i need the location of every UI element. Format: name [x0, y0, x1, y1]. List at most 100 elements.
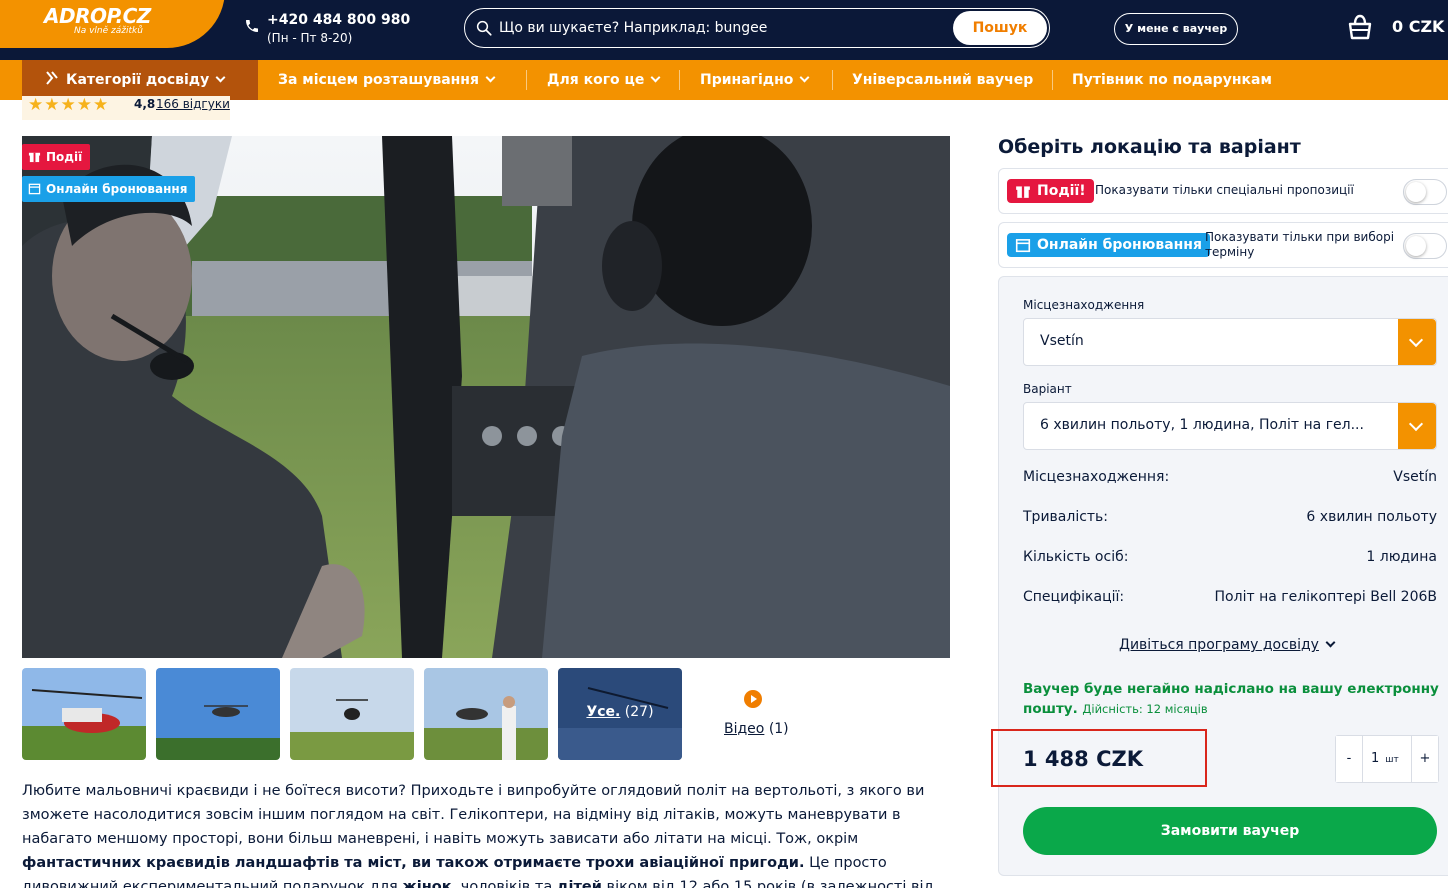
reviews-link[interactable]: 166 відгуки [156, 97, 230, 111]
nav-divider [526, 70, 527, 90]
rating-strip: ★★★★★ 4,8 166 відгуки [22, 96, 230, 120]
main-photo[interactable]: Події Онлайн бронювання [22, 136, 950, 658]
logo-text: ADROP.CZ [44, 4, 151, 28]
link-children[interactable]: дітей [557, 879, 602, 888]
nav-item-categories[interactable]: Категорії досвіду [22, 60, 258, 100]
search-input[interactable] [499, 17, 939, 39]
badge-label: Події! [1037, 183, 1086, 199]
location-select[interactable]: Vsetín [1023, 318, 1437, 366]
validity-text: Дійсність: 12 місяців [1082, 702, 1208, 716]
all-photos-link[interactable]: Усе. [586, 704, 620, 720]
helicopter-photo [424, 668, 548, 760]
nav-label: Категорії досвіду [66, 72, 210, 88]
chevron-down-icon [215, 72, 226, 83]
online-booking-badge: Онлайн бронювання [22, 176, 196, 202]
nav-divider [832, 70, 833, 90]
video-count: (1) [768, 721, 789, 737]
search-icon [476, 20, 492, 36]
price: 1 488 CZK [1023, 747, 1143, 771]
qty-minus-button[interactable]: - [1336, 736, 1362, 782]
spec-label: Тривалість: [1023, 509, 1109, 525]
nav-item-location[interactable]: За місцем розташування [278, 60, 496, 100]
chevron-down-icon [485, 72, 496, 83]
spec-value: 1 людина [1366, 549, 1437, 565]
helicopter-photo [156, 668, 280, 760]
description-text: віком від 12 або 15 років (в залежності … [601, 879, 934, 888]
nav-item-occasion[interactable]: Принагідно [700, 60, 810, 100]
all-photos-label[interactable]: Усе. (27) [558, 704, 682, 720]
video-link-label: Відео [724, 721, 765, 737]
phone-hours: (Пн - Пт 8-20) [267, 31, 353, 45]
sparkle-icon [46, 71, 58, 85]
gallery-thumbnail[interactable] [424, 668, 548, 760]
description-text: Любите мальовничі краєвиди і не боїтеся … [22, 783, 925, 847]
spec-value: Політ на гелікоптері Bell 206B [1214, 589, 1437, 605]
order-voucher-button[interactable]: Замовити ваучер [1023, 807, 1437, 855]
badge-label: Події [46, 150, 83, 164]
location-label: Місцезнаходження [1023, 298, 1145, 312]
qty-input[interactable]: 1 шт [1362, 736, 1412, 782]
search-bar: Пошук [464, 8, 1050, 48]
nav-label: Принагідно [700, 72, 794, 88]
calendar-icon [28, 183, 41, 195]
panel-title: Оберіть локацію та варіант [998, 136, 1301, 158]
cart-icon[interactable] [1344, 12, 1376, 44]
qty-unit: шт [1385, 755, 1399, 765]
nav-item-for-whom[interactable]: Для кого це [547, 60, 661, 100]
phone-number: +420 484 800 980 [267, 12, 411, 28]
online-booking-toggle[interactable] [1403, 233, 1447, 259]
experience-description: Любите мальовничі краєвиди і не боїтеся … [22, 779, 952, 888]
filter-online-booking: Онлайн бронювання Показувати тільки при … [998, 222, 1448, 268]
qty-plus-button[interactable]: + [1412, 736, 1438, 782]
gallery-thumbnail[interactable] [156, 668, 280, 760]
logo-tagline: Na vlně zážitků [74, 26, 143, 36]
play-icon[interactable] [744, 690, 762, 708]
chevron-down-icon[interactable] [1398, 403, 1436, 449]
program-link[interactable]: Дивіться програму досвіду [1119, 637, 1336, 653]
nav-divider [679, 70, 680, 90]
nav-label: Путівник по подарункам [1072, 72, 1272, 88]
gallery-thumbnail-all[interactable]: Усе. (27) [558, 668, 682, 760]
variant-select[interactable]: 6 хвилин польоту, 1 людина, Політ на гел… [1023, 402, 1437, 450]
video-link[interactable]: Відео (1) [724, 721, 789, 737]
online-booking-badge: Онлайн бронювання [1007, 233, 1210, 257]
rating-stars: ★★★★★ [28, 95, 110, 115]
have-voucher-button[interactable]: У мене є ваучер [1114, 13, 1238, 45]
main-nav: Категорії досвіду За місцем розташування… [0, 60, 1448, 100]
filter-events: Події! Показувати тільки спеціальні проп… [998, 168, 1448, 214]
helicopter-cockpit-photo [22, 136, 950, 658]
chevron-down-icon[interactable] [1398, 319, 1436, 365]
helicopter-photo [290, 668, 414, 760]
nav-divider [1052, 70, 1053, 90]
events-toggle[interactable] [1403, 179, 1447, 205]
program-link-label: Дивіться програму досвіду [1119, 637, 1319, 653]
calendar-icon [1015, 239, 1031, 253]
spec-value: Vsetín [1393, 469, 1437, 485]
link-women[interactable]: жінок [402, 879, 451, 888]
variant-label: Варіант [1023, 382, 1072, 396]
badge-label: Онлайн бронювання [1037, 237, 1202, 253]
gift-icon [28, 152, 41, 163]
gallery-thumbnail[interactable] [22, 668, 146, 760]
search-button[interactable]: Пошук [953, 11, 1047, 45]
cart-total[interactable]: 0 CZK [1392, 17, 1444, 36]
description-highlight: фантастичних краєвидів ландшафтів та міс… [22, 855, 805, 871]
chevron-down-icon [799, 72, 810, 83]
helicopter-photo [22, 668, 146, 760]
nav-label: За місцем розташування [278, 72, 479, 88]
quantity-stepper: - 1 шт + [1335, 735, 1439, 783]
chevron-down-icon [1325, 637, 1336, 648]
delivery-info: Ваучер буде негайно надіслано на вашу ел… [1023, 679, 1443, 719]
gallery-thumbnail[interactable] [290, 668, 414, 760]
nav-label: Універсальний ваучер [852, 72, 1034, 88]
events-badge: Події! [1007, 179, 1094, 203]
all-photos-count: (27) [624, 704, 654, 720]
nav-item-universal-voucher[interactable]: Універсальний ваучер [852, 60, 1033, 100]
gift-icon [1016, 186, 1030, 198]
badge-label: Онлайн бронювання [46, 182, 188, 196]
filter-label: Показувати тільки при виборі терміну [1205, 230, 1395, 259]
nav-item-gift-guide[interactable]: Путівник по подарункам [1072, 60, 1272, 100]
top-bar: ADROP.CZ Na vlně zážitků +420 484 800 98… [0, 0, 1448, 60]
logo[interactable]: ADROP.CZ Na vlně zážitků [0, 0, 230, 60]
spec-value: 6 хвилин польоту [1306, 509, 1437, 525]
